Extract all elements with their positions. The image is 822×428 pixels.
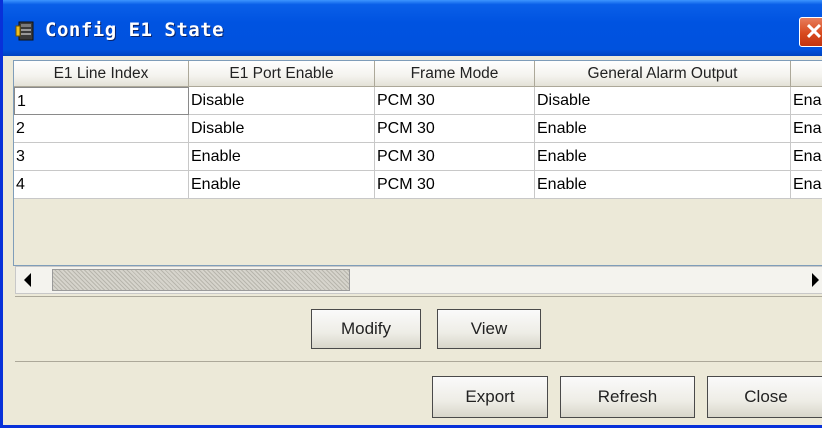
refresh-button[interactable]: Refresh [560,376,695,418]
cell-line-index[interactable]: 2 [14,115,189,143]
column-header-e1-port-enable[interactable]: E1 Port Enable [189,61,375,87]
modify-button[interactable]: Modify [311,309,421,349]
column-header-e1-line-index[interactable]: E1 Line Index [14,61,189,87]
export-button[interactable]: Export [432,376,548,418]
cell-frame-mode[interactable]: PCM 30 [375,87,535,115]
close-button[interactable]: Close [707,376,822,418]
app-icon [15,21,34,41]
cell-general-alarm-output[interactable]: Enable [535,115,791,143]
scrollbar-thumb[interactable] [52,269,350,291]
cell-frame-mode[interactable]: PCM 30 [375,143,535,171]
table-header: E1 Line Index E1 Port Enable Frame Mode … [14,61,822,87]
cell-port-enable[interactable]: Disable [189,115,375,143]
config-e1-state-window: Config E1 State ✕ E1 Line Index E1 Port … [0,0,822,428]
row-actions-panel: Modify View [15,296,822,362]
table-row[interactable]: 4 Enable PCM 30 Enable Ena [14,171,822,199]
table-row[interactable]: 3 Enable PCM 30 Enable Ena [14,143,822,171]
cell-line-index[interactable]: 1 [14,87,189,115]
table-row[interactable]: 1 Disable PCM 30 Disable Ena [14,87,822,115]
horizontal-scrollbar[interactable] [15,266,822,294]
table-row[interactable]: 2 Disable PCM 30 Enable Ena [14,115,822,143]
view-button[interactable]: View [437,309,541,349]
scroll-left-icon[interactable] [24,273,31,287]
cell-lo[interactable]: Ena [791,171,822,199]
cell-general-alarm-output[interactable]: Enable [535,171,791,199]
cell-line-index[interactable]: 4 [14,171,189,199]
cell-port-enable[interactable]: Enable [189,171,375,199]
close-icon[interactable]: ✕ [799,17,822,47]
column-header-lo[interactable]: LO [791,61,822,87]
cell-lo[interactable]: Ena [791,87,822,115]
cell-lo[interactable]: Ena [791,143,822,171]
cell-frame-mode[interactable]: PCM 30 [375,115,535,143]
column-header-general-alarm-output[interactable]: General Alarm Output [535,61,791,87]
cell-port-enable[interactable]: Disable [189,87,375,115]
window-title: Config E1 State [45,19,225,41]
cell-general-alarm-output[interactable]: Enable [535,143,791,171]
cell-general-alarm-output[interactable]: Disable [535,87,791,115]
e1-state-table: E1 Line Index E1 Port Enable Frame Mode … [13,60,822,266]
scroll-right-icon[interactable] [812,273,819,287]
title-bar[interactable]: Config E1 State ✕ [3,0,822,56]
cell-line-index[interactable]: 3 [14,143,189,171]
cell-lo[interactable]: Ena [791,115,822,143]
cell-port-enable[interactable]: Enable [189,143,375,171]
cell-frame-mode[interactable]: PCM 30 [375,171,535,199]
column-header-frame-mode[interactable]: Frame Mode [375,61,535,87]
